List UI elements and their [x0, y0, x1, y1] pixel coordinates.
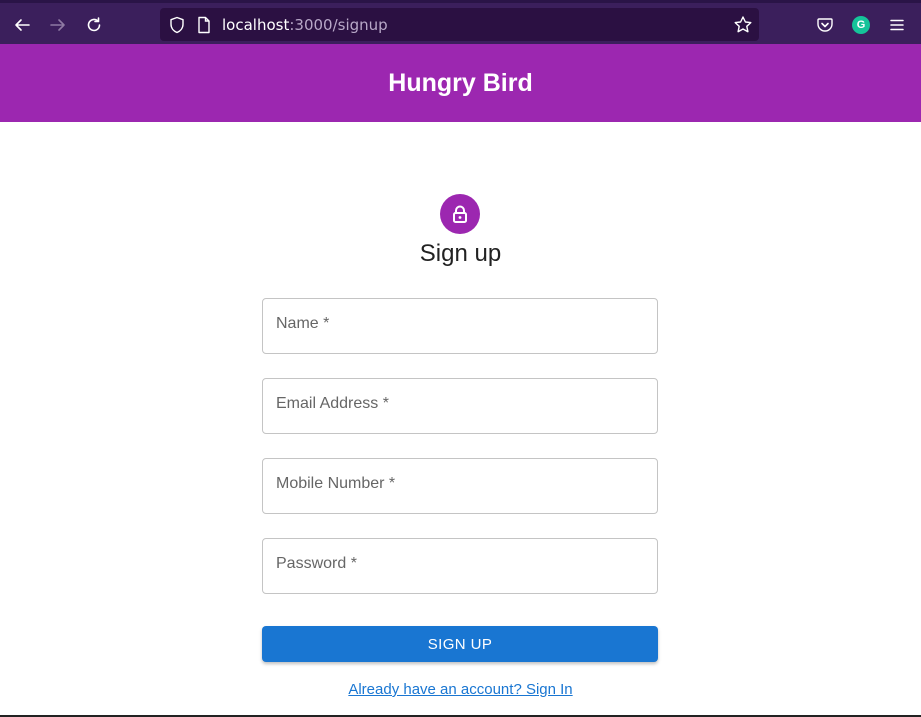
- url-host: localhost: [222, 16, 290, 34]
- shield-icon[interactable]: [168, 16, 186, 34]
- password-field[interactable]: Password *: [262, 538, 658, 594]
- url-bar[interactable]: localhost:3000/signup: [160, 8, 759, 41]
- signup-button[interactable]: SIGN UP: [262, 626, 658, 662]
- browser-toolbar: localhost:3000/signup G: [0, 0, 921, 44]
- reload-button[interactable]: [81, 12, 107, 38]
- app-title: Hungry Bird: [388, 68, 533, 97]
- name-input[interactable]: [263, 299, 657, 353]
- url-text[interactable]: localhost:3000/signup: [222, 16, 388, 34]
- mobile-field[interactable]: Mobile Number *: [262, 458, 658, 514]
- app-header: Hungry Bird: [0, 44, 921, 122]
- url-path: :3000/signup: [289, 16, 388, 34]
- menu-button[interactable]: [886, 14, 908, 36]
- form-title: Sign up: [419, 240, 502, 267]
- reload-icon: [87, 17, 101, 32]
- password-input[interactable]: [263, 539, 657, 593]
- grammarly-icon: G: [852, 16, 870, 34]
- back-icon: [15, 19, 30, 31]
- signin-link: Already have an account? Sign In: [0, 681, 921, 698]
- lock-avatar: [440, 194, 480, 234]
- email-field[interactable]: Email Address *: [262, 378, 658, 434]
- grammarly-button[interactable]: G: [850, 14, 872, 36]
- forward-icon: [50, 19, 65, 31]
- lock-icon: [453, 205, 467, 223]
- pocket-button[interactable]: [814, 14, 836, 36]
- back-button[interactable]: [9, 12, 35, 38]
- signin-link-text[interactable]: Already have an account? Sign In: [348, 681, 572, 698]
- page-icon: [198, 16, 210, 34]
- menu-icon: [890, 19, 904, 31]
- bookmark-star-icon[interactable]: [733, 15, 753, 35]
- name-field[interactable]: Name *: [262, 298, 658, 354]
- email-input[interactable]: [263, 379, 657, 433]
- pocket-icon: [817, 18, 833, 32]
- mobile-input[interactable]: [263, 459, 657, 513]
- forward-button[interactable]: [45, 12, 71, 38]
